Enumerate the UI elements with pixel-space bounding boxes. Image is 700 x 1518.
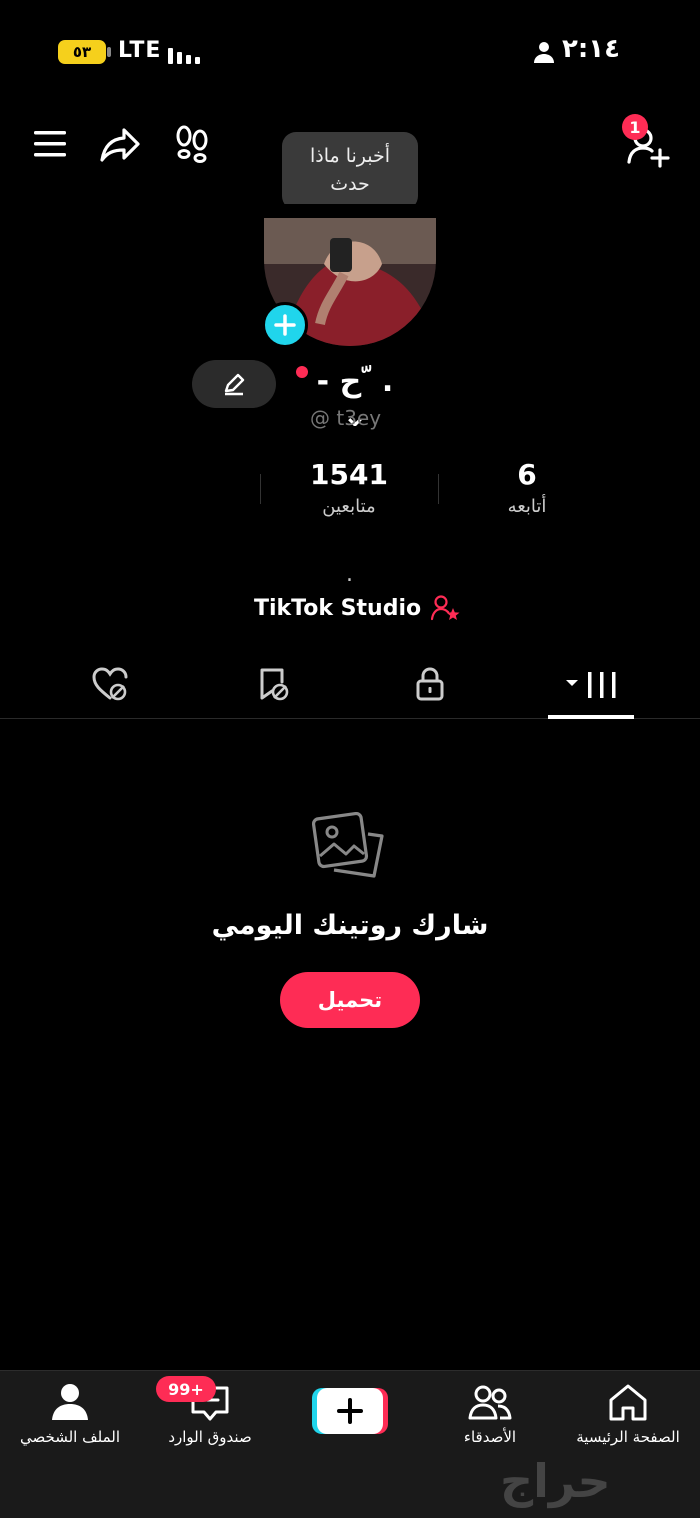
user-status-icon <box>534 42 554 63</box>
stats-divider <box>260 474 261 504</box>
studio-label: TikTok Studio <box>254 595 422 621</box>
lock-icon <box>416 667 444 701</box>
tooltip-line-2: حدث <box>330 173 370 195</box>
stats-divider <box>438 474 439 504</box>
add-story-button[interactable] <box>262 302 308 348</box>
nav-home-label: الصفحة الرئيسية <box>576 1428 680 1446</box>
liked-hidden-icon <box>92 667 128 701</box>
menu-icon[interactable] <box>28 122 72 166</box>
battery-indicator: ٥٣ <box>58 40 111 64</box>
followers-count[interactable]: 1541 <box>269 458 429 491</box>
followers-label[interactable]: متابعين <box>269 496 429 517</box>
network-type: LTE <box>118 38 162 63</box>
nav-profile[interactable]: الملف الشخصي <box>0 1382 140 1446</box>
active-tab-indicator <box>548 715 634 719</box>
tiktok-studio-link[interactable]: TikTok Studio <box>254 594 461 622</box>
share-icon[interactable] <box>98 122 142 166</box>
tooltip-line-1: أخبرنا ماذا <box>309 145 391 167</box>
profile-icon <box>52 1384 88 1420</box>
tab-favorites[interactable] <box>246 658 298 710</box>
nav-profile-label: الملف الشخصي <box>20 1428 120 1446</box>
inbox-badge: 99+ <box>156 1376 216 1402</box>
home-icon <box>609 1384 647 1421</box>
nav-friends-label: الأصدقاء <box>463 1428 517 1446</box>
nav-friends[interactable]: الأصدقاء <box>420 1382 560 1446</box>
bookmark-hidden-icon <box>260 668 289 701</box>
photos-icon <box>312 812 384 878</box>
pencil-icon <box>224 373 245 396</box>
friends-icon <box>468 1385 512 1420</box>
profile-handle: @ t3ey <box>310 406 382 430</box>
tab-videos[interactable] <box>560 658 624 710</box>
edit-profile-button[interactable] <box>192 360 276 408</box>
following-label[interactable]: أتابعه <box>447 496 607 517</box>
notification-badge: 1 <box>622 114 648 140</box>
upload-button[interactable]: تحميل <box>280 972 420 1028</box>
profile-bio: . <box>346 562 353 587</box>
status-time: ٢:١٤ <box>562 34 621 64</box>
create-button[interactable] <box>312 1386 388 1436</box>
nav-inbox-label: صندوق الوارد <box>168 1428 252 1446</box>
creator-star-icon <box>431 595 460 621</box>
watermark-logo: حراج <box>500 1454 611 1508</box>
grid-icon <box>566 672 616 698</box>
plus-icon <box>274 314 296 336</box>
status-prompt-tooltip[interactable]: أخبرنا ماذا حدث <box>282 132 418 220</box>
nav-home[interactable]: الصفحة الرئيسية <box>558 1382 698 1446</box>
tab-private[interactable] <box>404 658 456 710</box>
empty-state-title: شارك روتينك اليومي <box>211 910 489 941</box>
following-count[interactable]: 6 <box>447 458 607 491</box>
signal-icon <box>168 48 200 64</box>
tab-liked[interactable] <box>84 658 136 710</box>
footprints-icon[interactable] <box>170 122 214 166</box>
